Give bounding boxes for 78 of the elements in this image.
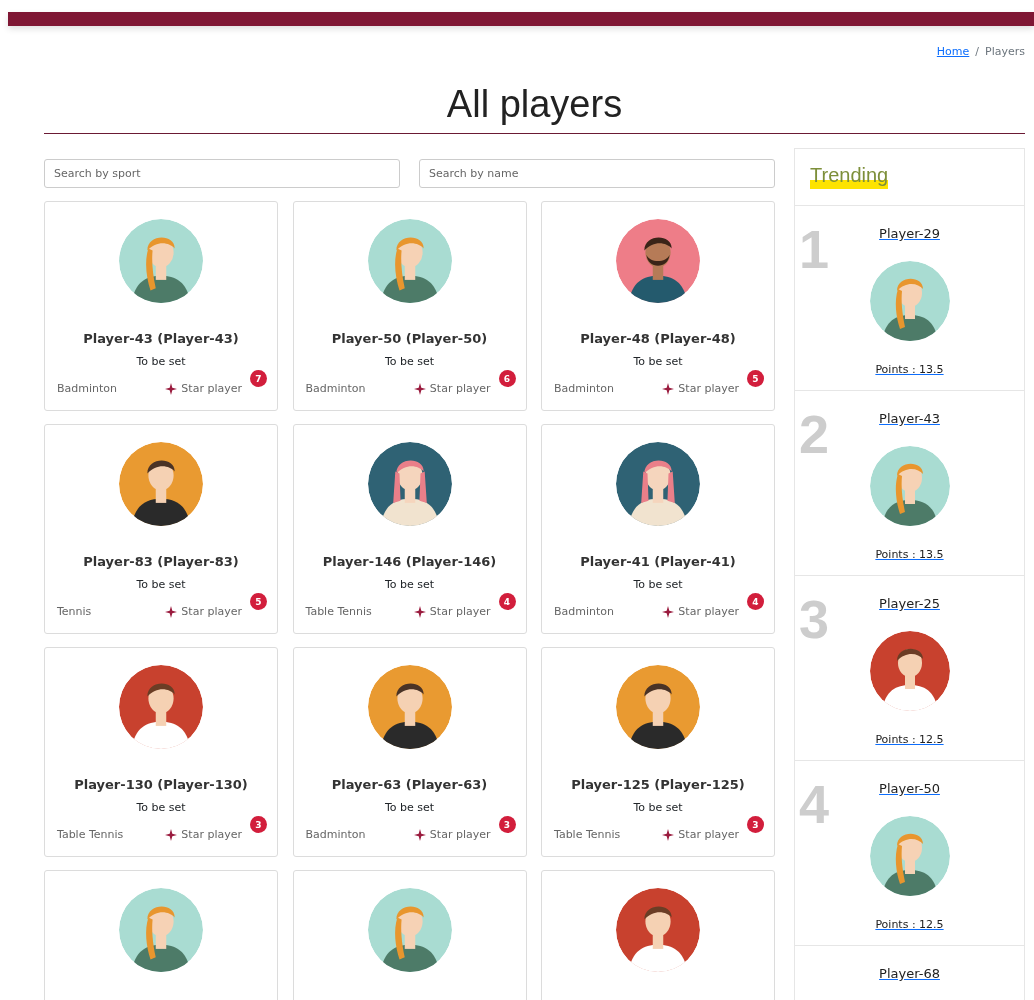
points-link[interactable]: Points : 13.5 <box>875 363 944 376</box>
count-badge: 6 <box>498 370 516 387</box>
player-link[interactable]: Player-29 <box>879 226 940 241</box>
player-card[interactable]: Player-125 (Player-125) To be set Table Tennis Star player 3 <box>541 647 775 857</box>
player-card[interactable]: Player-63 (Player-63) To be set Badminton Star player 3 <box>292 647 527 857</box>
player-status: To be set <box>384 801 435 814</box>
points-link[interactable]: Points : 12.5 <box>875 733 944 746</box>
count-badge: 5 <box>250 593 267 610</box>
count-badge: 7 <box>250 370 267 387</box>
sparkle-icon <box>165 382 178 395</box>
count-badge: 4 <box>747 593 764 610</box>
star-player-label: Star player <box>678 382 739 395</box>
sport-label: Badminton <box>57 382 118 395</box>
sport-label: Badminton <box>305 382 366 395</box>
star-player-label: Star player <box>429 828 491 841</box>
sparkle-icon <box>165 828 178 841</box>
player-card[interactable]: Player-83 (Player-83) To be set Tennis Star player 5 <box>44 424 278 634</box>
sparkle-icon <box>413 382 426 395</box>
player-status: To be set <box>633 355 683 368</box>
star-player-label: Star player <box>429 605 491 618</box>
player-name: Player-43 (Player-43) <box>83 331 239 346</box>
star-player-label: Star player <box>181 828 242 841</box>
player-name: Player-125 (Player-125) <box>571 777 745 792</box>
sparkle-icon <box>662 605 675 618</box>
player-status: To be set <box>136 801 186 814</box>
player-card[interactable]: Player-41 (Player-41) To be set Badminton Star player 4 <box>541 424 775 634</box>
search-field[interactable]: Search by sport <box>44 159 400 188</box>
points-link[interactable]: Points : 13.5 <box>875 548 944 561</box>
player-status: To be set <box>136 355 186 368</box>
player-name: Player-146 (Player-146) <box>322 554 497 569</box>
player-status: To be set <box>384 578 435 591</box>
player-status: To be set <box>633 801 683 814</box>
player-name: Player-83 (Player-83) <box>83 554 239 569</box>
player-link[interactable]: Player-25 <box>879 596 940 611</box>
sport-label: Tennis <box>57 605 92 618</box>
sport-label: Table Tennis <box>554 828 621 841</box>
player-status: To be set <box>384 355 435 368</box>
search-field[interactable]: Search by name <box>419 159 775 188</box>
player-card[interactable]: Player-146 (Player-146) To be set Table Tennis Star player 4 <box>292 424 527 634</box>
star-player-label: Star player <box>429 382 491 395</box>
player-name: Player-63 (Player-63) <box>331 777 488 792</box>
player-card[interactable]: Player-130 (Player-130) To be set Table Tennis Star player 3 <box>44 647 278 857</box>
sport-label: Table Tennis <box>57 828 124 841</box>
star-player-label: Star player <box>678 605 739 618</box>
player-name: Player-41 (Player-41) <box>580 554 736 569</box>
star-player-label: Star player <box>181 605 242 618</box>
player-link[interactable]: Player-43 <box>879 411 940 426</box>
breadcrumb-link[interactable]: Home <box>936 44 970 58</box>
player-name: Player-50 (Player-50) <box>331 331 488 346</box>
player-status: To be set <box>136 578 186 591</box>
player-name: Player-48 (Player-48) <box>580 331 736 346</box>
breadcrumb-current: Players <box>985 44 1025 58</box>
points-link[interactable]: Points : 12.5 <box>875 918 944 931</box>
breadcrumb-separator: / <box>975 44 980 58</box>
sport-label: Badminton <box>554 382 615 395</box>
star-player-label: Star player <box>678 828 739 841</box>
player-card[interactable]: Player-43 (Player-43) To be set Badminton Star player 7 <box>44 201 278 411</box>
count-badge: 3 <box>747 816 764 833</box>
page-title: All players <box>445 82 624 127</box>
sport-label: Table Tennis <box>305 605 372 618</box>
player-link[interactable]: Player-68 <box>879 966 940 981</box>
sparkle-icon <box>413 605 426 618</box>
star-player-label: Star player <box>181 382 242 395</box>
player-card[interactable]: Player-50 (Player-50) To be set Badminton Star player 6 <box>292 201 527 411</box>
count-badge: 3 <box>498 816 516 833</box>
count-badge: 3 <box>250 816 267 833</box>
player-card[interactable]: Player-48 (Player-48) To be set Badminton Star player 5 <box>541 201 775 411</box>
sport-label: Badminton <box>554 605 615 618</box>
player-status: To be set <box>633 578 683 591</box>
player-link[interactable]: Player-50 <box>879 781 940 796</box>
sparkle-icon <box>662 382 675 395</box>
count-badge: 4 <box>498 593 516 610</box>
count-badge: 5 <box>747 370 764 387</box>
sparkle-icon <box>165 605 178 618</box>
sparkle-icon <box>662 828 675 841</box>
sport-label: Badminton <box>305 828 366 841</box>
player-name: Player-130 (Player-130) <box>74 777 248 792</box>
sparkle-icon <box>413 828 426 841</box>
